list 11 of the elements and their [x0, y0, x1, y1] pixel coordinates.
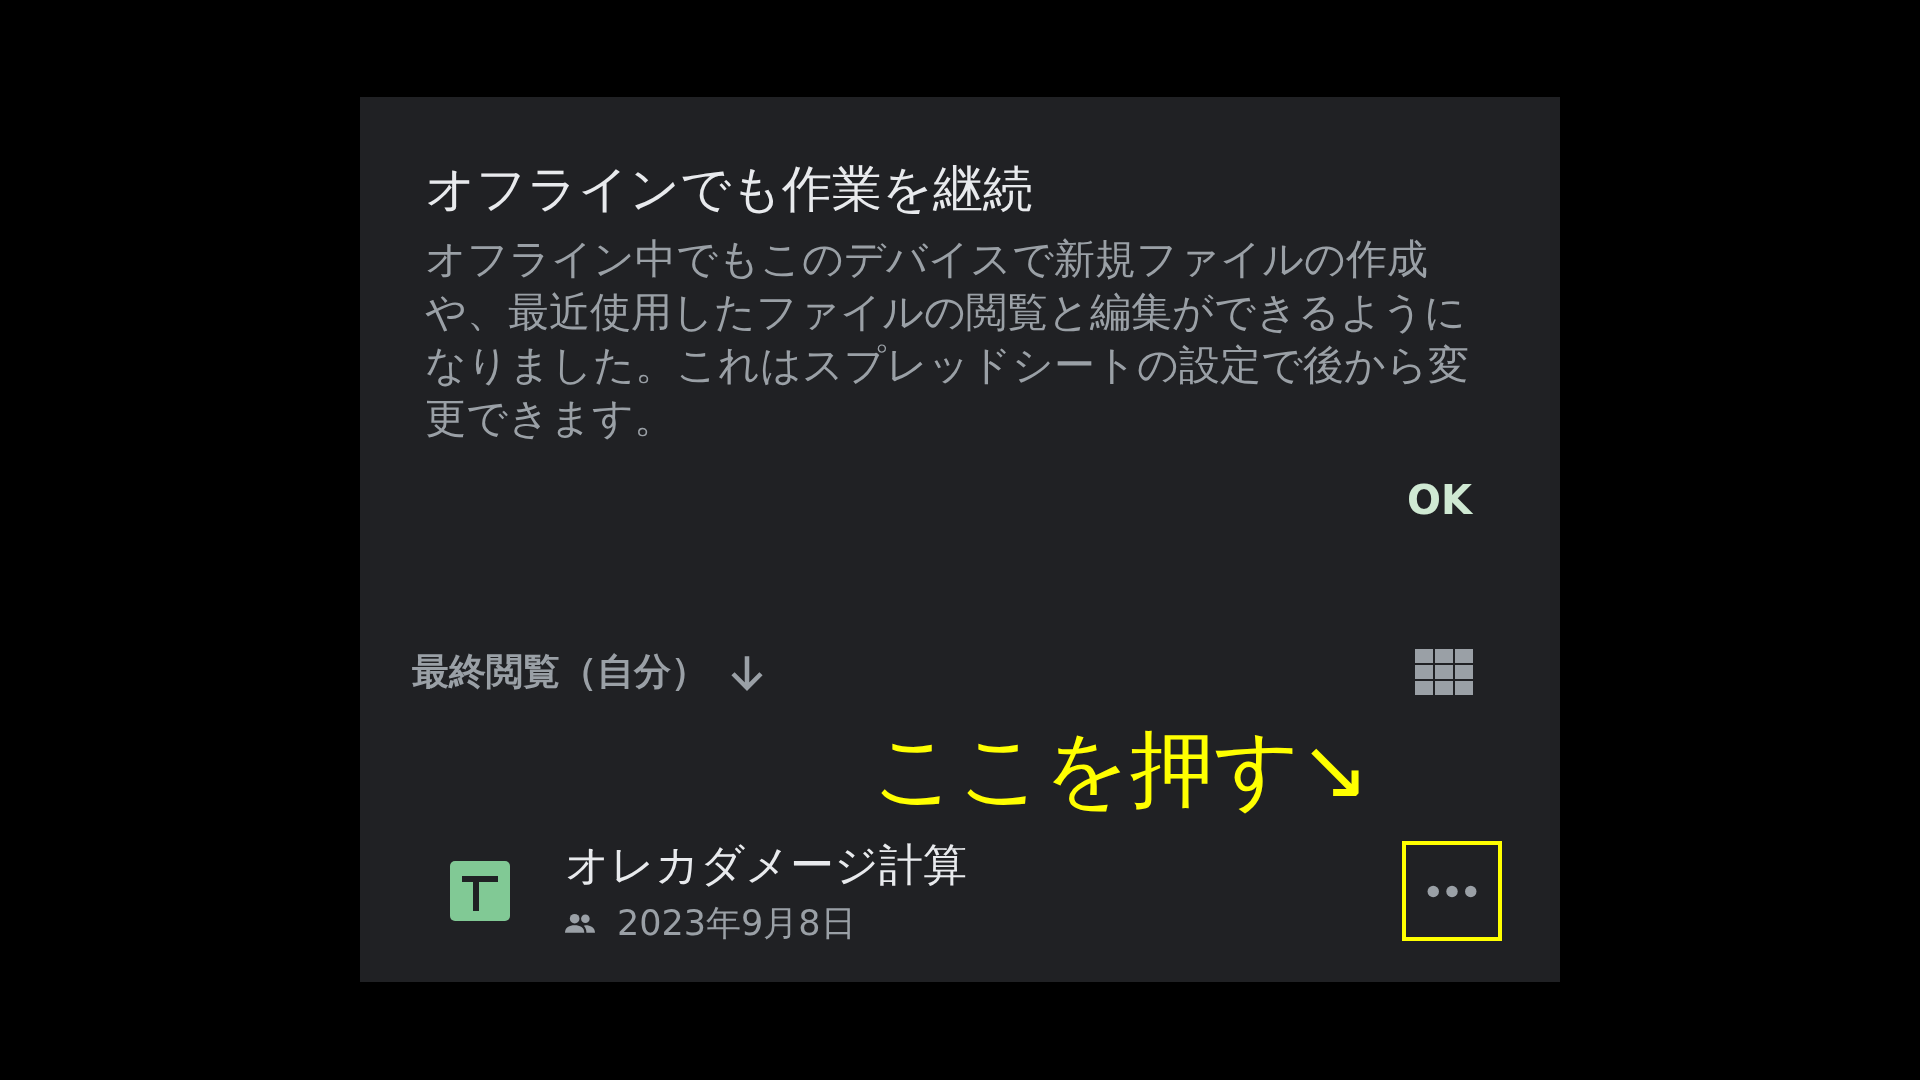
more-icon — [1427, 884, 1477, 898]
sort-label[interactable]: 最終閲覧（自分） — [412, 647, 708, 697]
file-name[interactable]: オレカダメージ計算 — [565, 837, 1402, 893]
more-button[interactable] — [1402, 841, 1502, 941]
ok-button[interactable]: OK — [1407, 473, 1472, 527]
spreadsheet-icon — [450, 861, 510, 921]
dialog-title: オフラインでも作業を継続 — [425, 159, 1034, 219]
grid-view-icon[interactable] — [1415, 649, 1473, 695]
dialog-message: オフライン中でもこのデバイスで新規ファイルの作成や、最近使用したファイルの閲覧と編集ができるようになりました。これはスプレッドシートの設定で後から変更できます。 — [425, 234, 1470, 444]
annotation-text: ここを押す↘ — [871, 721, 1370, 817]
file-date: 2023年9月8日 — [617, 902, 856, 945]
